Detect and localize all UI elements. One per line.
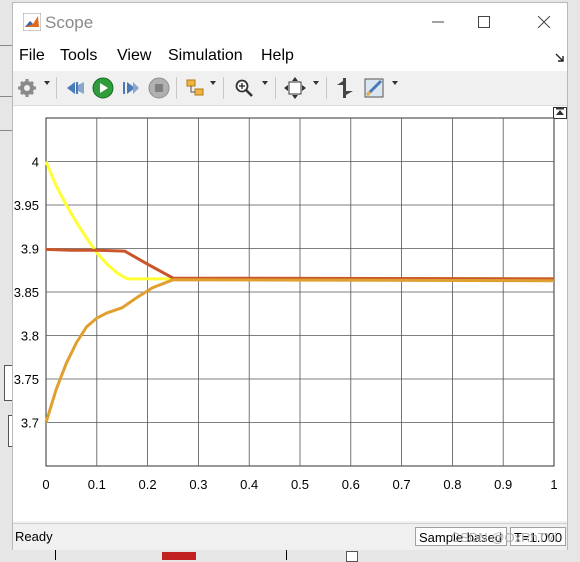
x-tick-label: 0.2 [139, 477, 157, 492]
x-tick-label: 1 [550, 477, 557, 492]
scope-chart[interactable]: 0 0.1 0.2 0.3 0.4 0.5 0.6 0.7 0.8 0.9 1 3.7 3.75 3.8 3… [13, 106, 569, 521]
y-tick-label: 3.85 [14, 285, 39, 300]
zoom-button[interactable] [232, 76, 256, 100]
run-icon [92, 77, 114, 99]
matlab-icon [23, 13, 41, 31]
stop-button[interactable] [147, 76, 171, 100]
zoom-dropdown-arrow[interactable] [262, 81, 268, 85]
cursor-measurements-button[interactable] [333, 76, 357, 100]
menu-tools[interactable]: Tools [60, 47, 97, 65]
menu-file[interactable]: File [19, 47, 45, 65]
zoom-icon [235, 79, 253, 97]
y-tick-label: 3.95 [14, 198, 39, 213]
toolbar-separator [326, 77, 327, 99]
x-tick-label: 0.1 [88, 477, 106, 492]
run-button[interactable] [91, 76, 115, 100]
style-icon [364, 78, 384, 98]
toolbar [13, 71, 567, 106]
stop-icon [148, 77, 170, 99]
highlight-block-button[interactable] [183, 76, 207, 100]
toolbar-separator [176, 77, 177, 99]
toolbar-separator [275, 77, 276, 99]
plot-area: 0 0.1 0.2 0.3 0.4 0.5 0.6 0.7 0.8 0.9 1 3.7 3.75 3.8 3… [13, 106, 567, 521]
close-button[interactable] [521, 3, 567, 41]
x-tick-label: 0.8 [443, 477, 461, 492]
menu-view[interactable]: View [117, 47, 151, 65]
y-tick-label: 3.7 [21, 416, 39, 431]
fit-dropdown-arrow[interactable] [313, 81, 319, 85]
status-bar: Ready Sample based T=1.000 CSDN @OxRhTVi [13, 523, 567, 550]
y-tick-label: 3.8 [21, 329, 39, 344]
step-forward-button[interactable] [119, 76, 143, 100]
x-tick-label: 0 [42, 477, 49, 492]
title-bar[interactable]: Scope [13, 3, 567, 41]
x-tick-label: 0.9 [494, 477, 512, 492]
highlight-dropdown-arrow[interactable] [210, 81, 216, 85]
style-dropdown-arrow[interactable] [392, 81, 398, 85]
style-button[interactable] [362, 76, 386, 100]
y-tick-label: 4 [32, 155, 39, 170]
minimize-icon [432, 21, 444, 23]
toolbar-separator [223, 77, 224, 99]
x-tick-label: 0.3 [189, 477, 207, 492]
scope-window: Scope File Tools View Simulation Help 0 … [12, 2, 568, 550]
close-icon [538, 16, 550, 28]
y-tick-label: 3.75 [14, 372, 39, 387]
window-title: Scope [45, 13, 94, 32]
status-text: Ready [15, 529, 53, 544]
step-forward-icon [123, 82, 139, 94]
minimize-button[interactable] [415, 3, 461, 41]
x-tick-label: 0.6 [342, 477, 360, 492]
x-tick-label: 0.5 [291, 477, 309, 492]
dock-arrow-icon[interactable] [555, 53, 565, 63]
fit-to-view-button[interactable] [283, 76, 307, 100]
highlight-block-icon [186, 79, 204, 96]
watermark: CSDN @OxRhTVi [450, 530, 557, 545]
fit-to-view-icon [284, 77, 306, 99]
maximize-icon [478, 16, 490, 28]
x-tick-label: 0.4 [240, 477, 258, 492]
menu-simulation[interactable]: Simulation [168, 47, 243, 65]
cursor-measurements-icon [337, 78, 353, 98]
menu-bar: File Tools View Simulation Help [13, 41, 567, 71]
menu-help[interactable]: Help [261, 47, 294, 65]
x-tick-label: 0.7 [393, 477, 411, 492]
y-tick-label: 3.9 [21, 242, 39, 257]
gear-icon [18, 79, 36, 97]
settings-dropdown-arrow[interactable] [44, 81, 50, 85]
settings-button[interactable] [15, 76, 39, 100]
step-back-icon [67, 82, 84, 94]
toolbar-separator [56, 77, 57, 99]
maximize-button[interactable] [461, 3, 507, 41]
step-back-button[interactable] [63, 76, 87, 100]
